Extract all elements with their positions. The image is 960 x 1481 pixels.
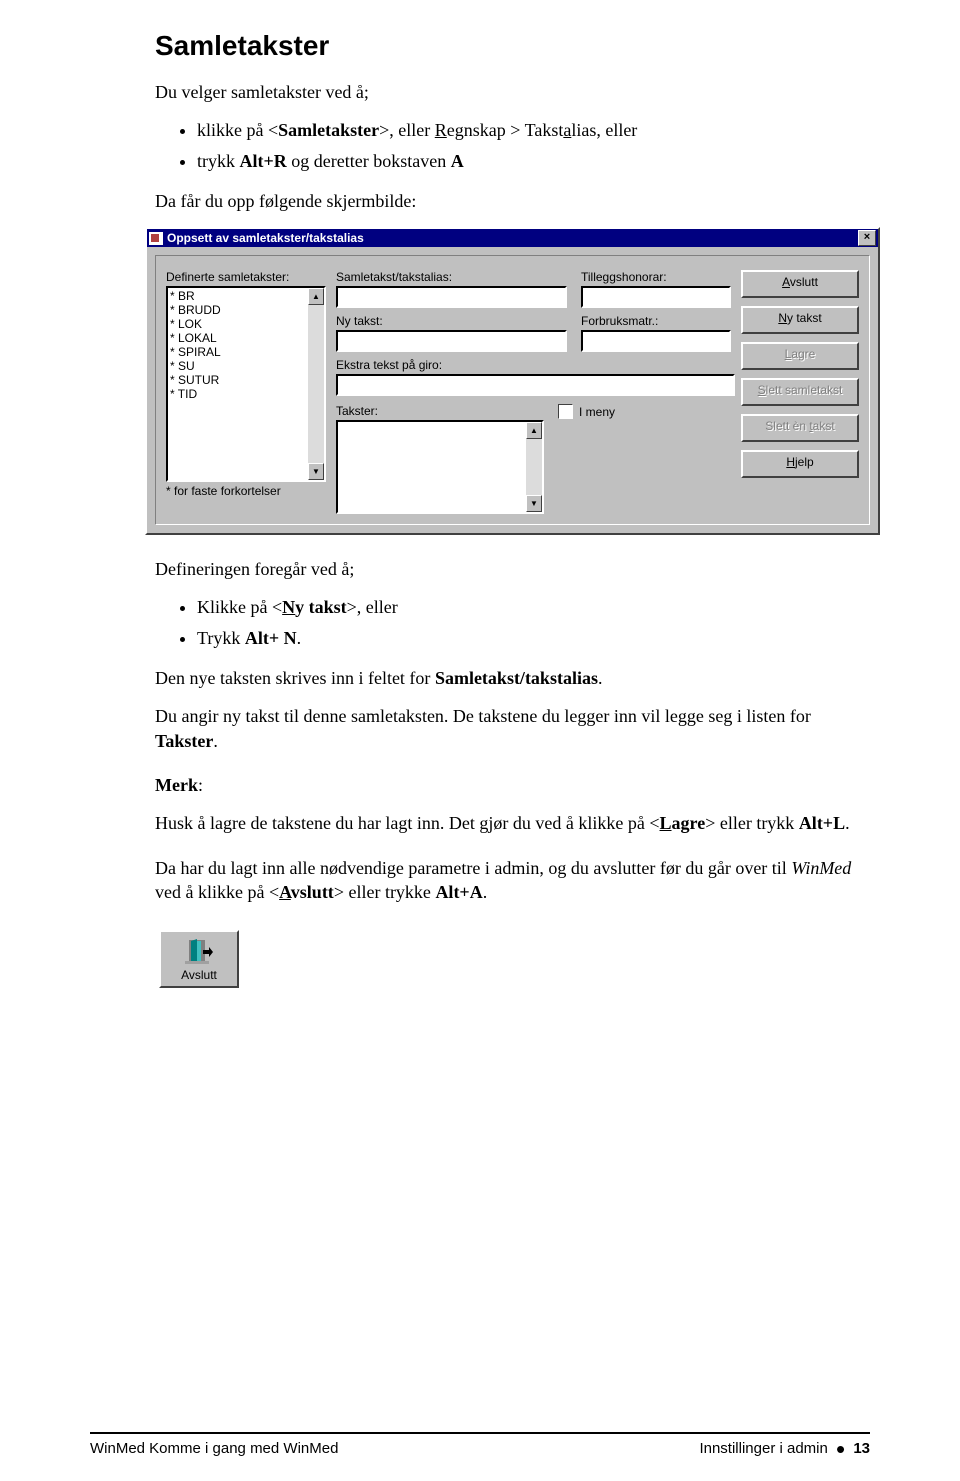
bullet-2: trykk Alt+R og deretter bokstaven A <box>197 149 870 173</box>
imeny-label: I meny <box>579 405 615 419</box>
list-item[interactable]: * LOK <box>170 317 322 331</box>
bullets-2: Klikke på <Ny takst>, eller Trykk Alt+ N… <box>155 595 870 650</box>
btn-label: y takst <box>787 311 822 325</box>
scrollbar[interactable]: ▲ ▼ <box>307 288 324 480</box>
slett-en-takst-button[interactable]: Slett èn takst <box>741 414 859 442</box>
page-footer: WinMed Komme i gang med WinMed Innstilli… <box>90 1432 870 1457</box>
listbox-note: * for faste forkortelser <box>166 484 326 498</box>
samletakst-label: Samletakst/takstalias: <box>336 270 567 284</box>
list-item[interactable]: * BR <box>170 289 322 303</box>
definerte-label: Definerte samletakster: <box>166 270 326 284</box>
bullet-1: klikke på <Samletakster>, eller Regnskap… <box>197 118 870 142</box>
avslutt-button[interactable]: Avslutt <box>741 270 859 298</box>
intro-text: Du velger samletakster ved å; <box>155 80 870 104</box>
scroll-up-icon[interactable]: ▲ <box>526 422 542 439</box>
list-item[interactable]: * LOKAL <box>170 331 322 345</box>
samletakst-input[interactable] <box>336 286 567 308</box>
scrollbar[interactable]: ▲ ▼ <box>525 422 542 512</box>
para-5: Husk å lagre de takstene du har lagt inn… <box>155 811 870 835</box>
checkbox-icon[interactable] <box>558 404 573 419</box>
para-6: Da har du lagt inn alle nødvendige param… <box>155 856 870 905</box>
bullet-2: Trykk Alt+ N. <box>197 626 870 650</box>
definerte-listbox[interactable]: * BR * BRUDD * LOK * LOKAL * SPIRAL * SU… <box>166 286 326 482</box>
footer-left: WinMed Komme i gang med WinMed <box>90 1440 699 1457</box>
bullet-1: Klikke på <Ny takst>, eller <box>197 595 870 619</box>
slett-samletakst-button[interactable]: Slett samletakst <box>741 378 859 406</box>
footer-right: Innstillinger i admin • 13 <box>699 1440 870 1457</box>
ekstra-label: Ekstra tekst på giro: <box>336 358 731 372</box>
takster-label: Takster: <box>336 404 544 418</box>
after-text: Da får du opp følgende skjermbilde: <box>155 189 870 213</box>
list-item[interactable]: * SPIRAL <box>170 345 322 359</box>
dialog-window: Oppsett av samletakster/takstalias × Def… <box>145 227 880 535</box>
tillegg-input[interactable] <box>581 286 731 308</box>
page-title: Samletakster <box>155 30 870 62</box>
btn-label: vslutt <box>790 275 818 289</box>
para-4: Du angir ny takst til denne samletaksten… <box>155 704 870 753</box>
list-item[interactable]: * SUTUR <box>170 373 322 387</box>
door-exit-icon <box>183 938 215 966</box>
nytakst-label: Ny takst: <box>336 314 567 328</box>
nytakst-button[interactable]: Ny takst <box>741 306 859 334</box>
avslutt-button-graphic[interactable]: Avslutt <box>159 930 239 988</box>
forbruk-input[interactable] <box>581 330 731 352</box>
nytakst-input[interactable] <box>336 330 567 352</box>
close-icon[interactable]: × <box>858 230 876 246</box>
imeny-checkbox[interactable]: I meny <box>558 404 615 419</box>
para-3: Den nye taksten skrives inn i feltet for… <box>155 666 870 690</box>
list-item[interactable]: * TID <box>170 387 322 401</box>
list-item[interactable]: * BRUDD <box>170 303 322 317</box>
ekstra-input[interactable] <box>336 374 735 396</box>
scroll-up-icon[interactable]: ▲ <box>308 288 324 305</box>
scroll-down-icon[interactable]: ▼ <box>526 495 542 512</box>
tillegg-label: Tilleggshonorar: <box>581 270 731 284</box>
titlebar[interactable]: Oppsett av samletakster/takstalias × <box>147 229 878 247</box>
takster-listbox[interactable]: ▲ ▼ <box>336 420 544 514</box>
system-icon[interactable] <box>149 232 163 245</box>
btn-label: agre <box>791 347 815 361</box>
defn-pre: Defineringen foregår ved å; <box>155 557 870 581</box>
bullets-1: klikke på <Samletakster>, eller Regnskap… <box>155 118 870 173</box>
list-item[interactable]: * SU <box>170 359 322 373</box>
dialog-title: Oppsett av samletakster/takstalias <box>167 231 364 245</box>
scroll-down-icon[interactable]: ▼ <box>308 463 324 480</box>
forbruk-label: Forbruksmatr.: <box>581 314 731 328</box>
merk-label: Merk: <box>155 773 870 797</box>
btn-label: jelp <box>795 455 814 469</box>
btn-label: lett samletakst <box>766 383 843 397</box>
hjelp-button[interactable]: Hjelp <box>741 450 859 478</box>
lagre-button[interactable]: Lagre <box>741 342 859 370</box>
avslutt-btn-label: Avslutt <box>161 968 237 982</box>
